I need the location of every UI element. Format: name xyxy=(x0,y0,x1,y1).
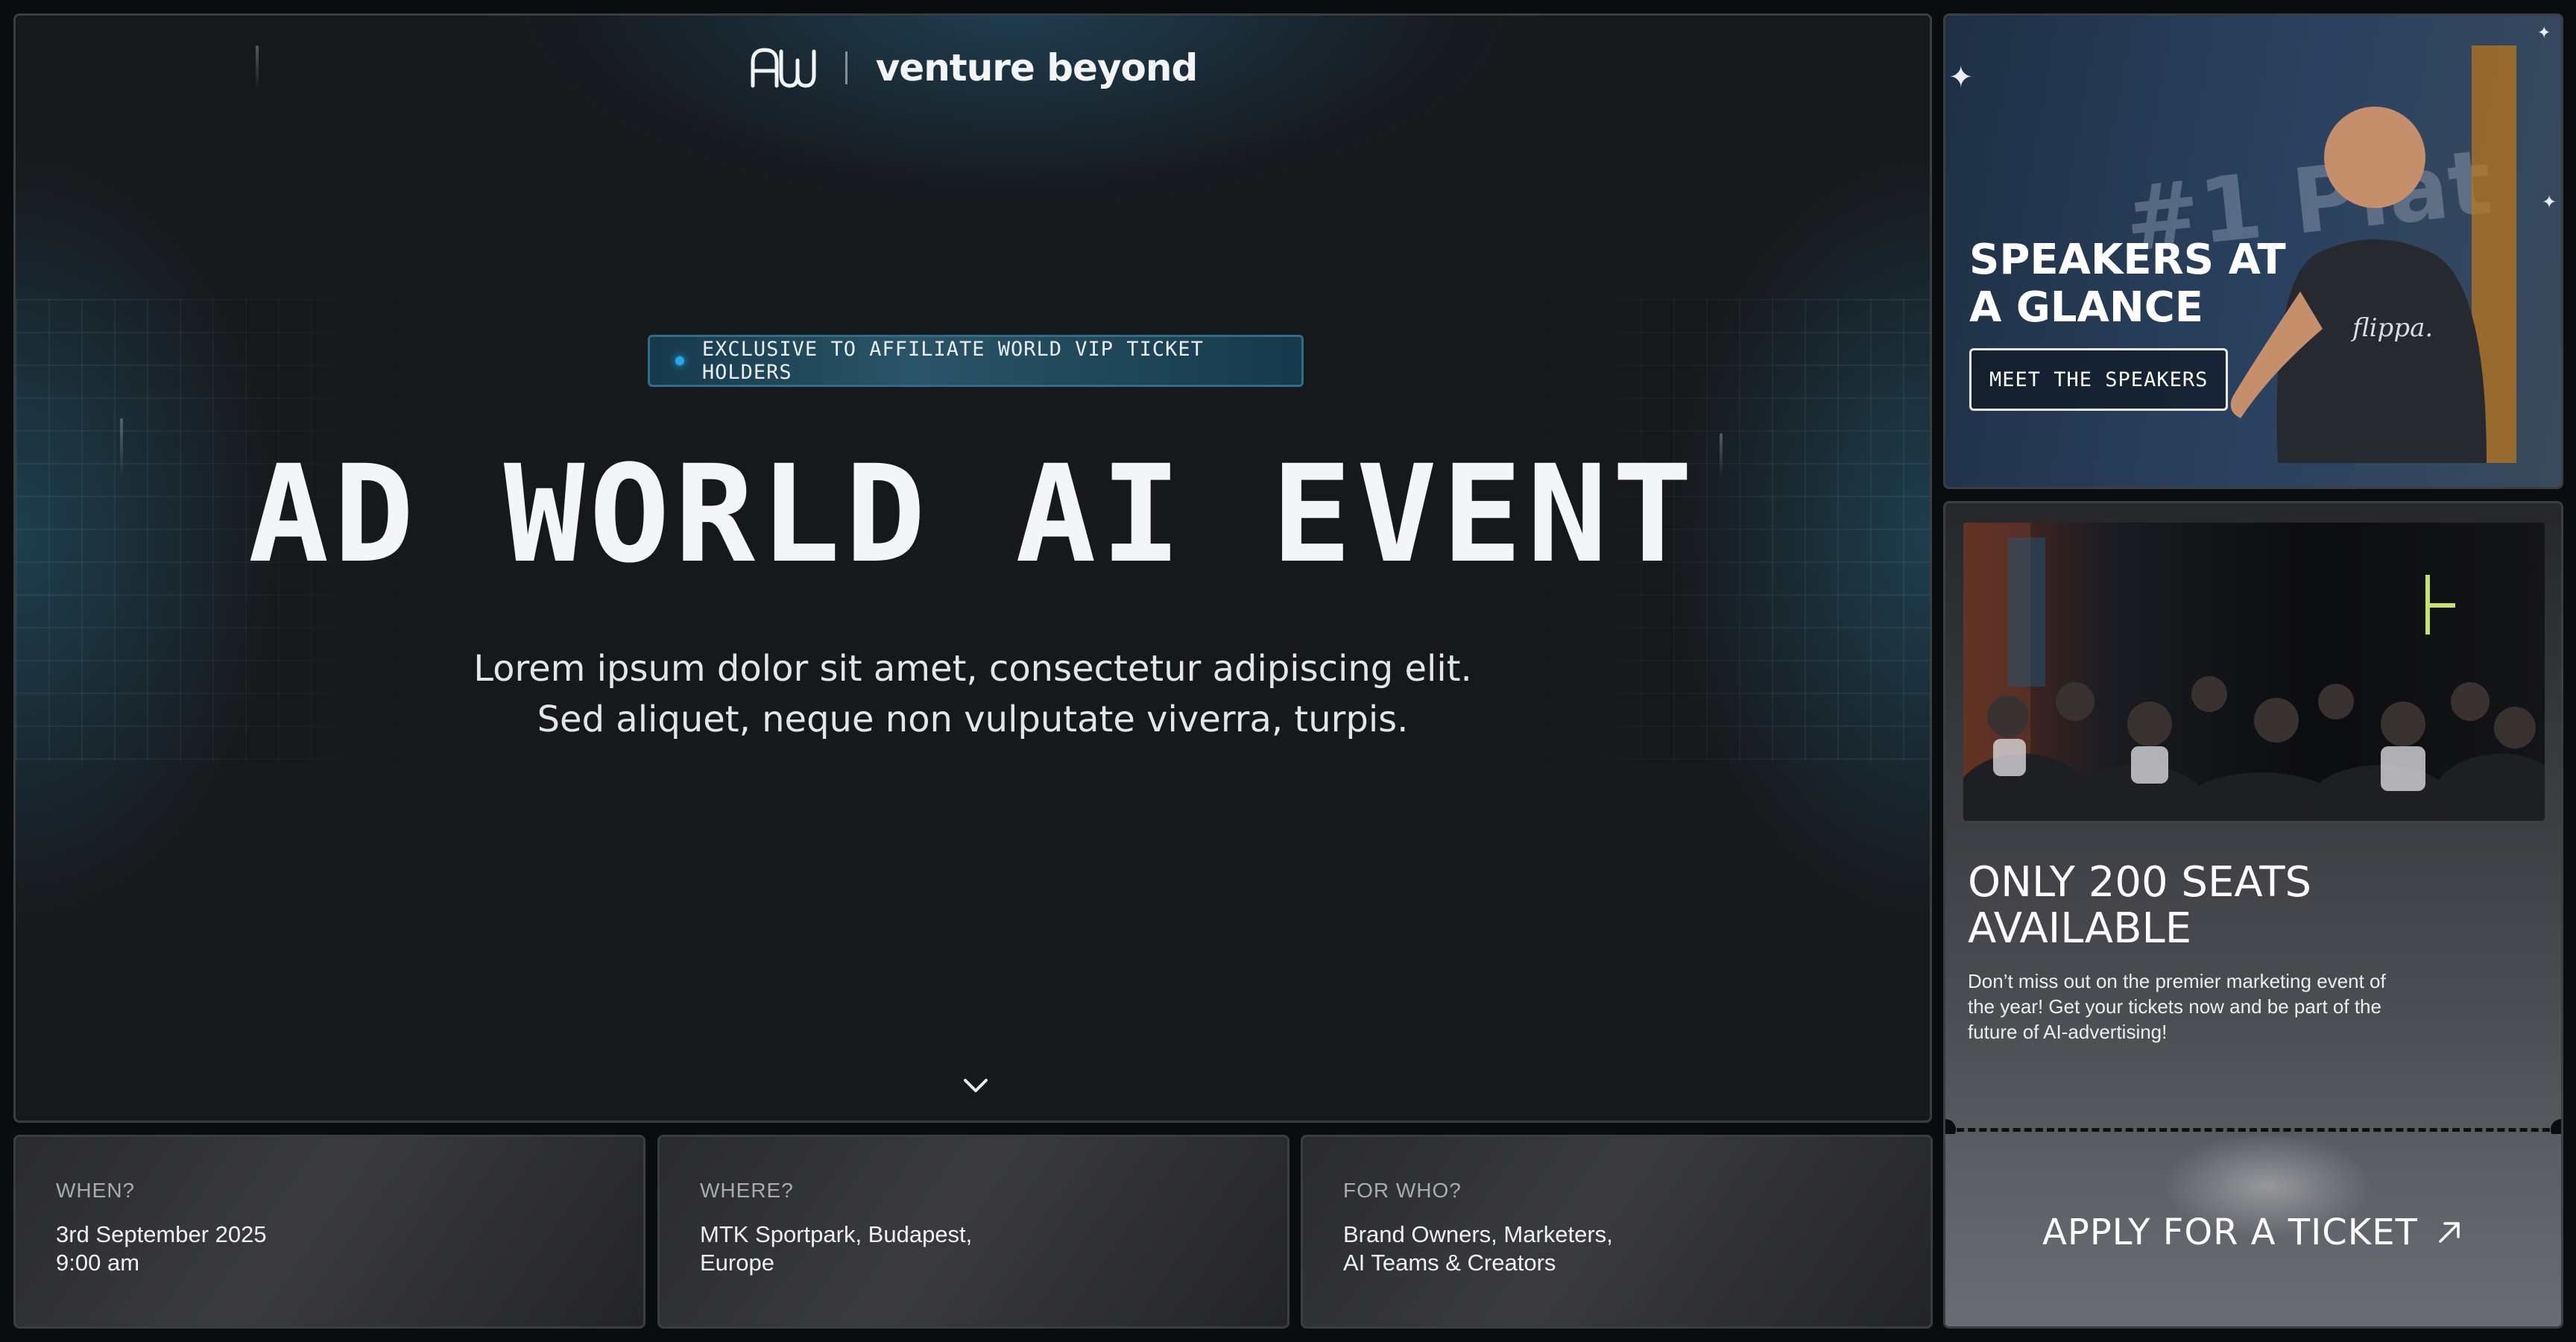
brand-header: venture beyond xyxy=(16,45,1930,90)
sparkle-icon: ✦ xyxy=(1948,61,1974,94)
seats-title-line: AVAILABLE xyxy=(1968,904,2192,953)
info-label: WHERE? xyxy=(700,1179,794,1202)
affiliate-world-logo-icon xyxy=(751,48,816,88)
speakers-title-line: SPEAKERS AT xyxy=(1969,236,2286,284)
speakers-title: SPEAKERS AT A GLANCE xyxy=(1969,236,2286,332)
apply-label: APPLY FOR A TICKET xyxy=(2042,1212,2418,1253)
info-label: FOR WHO? xyxy=(1343,1179,1462,1202)
chevron-down-icon[interactable] xyxy=(962,1074,989,1097)
ticket-divider xyxy=(1945,1128,2561,1132)
seats-description: Don’t miss out on the premier marketing … xyxy=(1968,970,2386,1043)
hero-subtitle-line: Lorem ipsum dolor sit amet, consectetur … xyxy=(473,648,1472,690)
info-value: Europe xyxy=(700,1250,774,1276)
sparkle-icon: ✦ xyxy=(2542,192,2557,212)
venture-beyond-logo: venture beyond xyxy=(875,46,1199,89)
arrow-up-right-icon xyxy=(2439,1222,2460,1243)
meet-the-speakers-button[interactable]: MEET THE SPEAKERS xyxy=(1969,348,2229,411)
sparkle-icon: ✦ xyxy=(2537,23,2551,42)
hero-subtitle: Lorem ipsum dolor sit amet, consectetur … xyxy=(16,643,1930,745)
info-value: 3rd September 2025 xyxy=(56,1221,267,1247)
audience-photo xyxy=(1963,523,2545,821)
apply-for-ticket-button[interactable]: APPLY FOR A TICKET xyxy=(1945,1134,2561,1326)
brand-separator xyxy=(845,51,847,84)
info-card-for-who: FOR WHO? Brand Owners, Marketers, AI Tea… xyxy=(1301,1135,1933,1329)
hero-subtitle-line: Sed aliquet, neque non vulputate viverra… xyxy=(537,699,1409,740)
info-value: Brand Owners, Marketers, xyxy=(1343,1221,1613,1247)
exclusive-badge: EXCLUSIVE TO AFFILIATE WORLD VIP TICKET … xyxy=(648,335,1304,387)
info-value: MTK Sportpark, Budapest, xyxy=(700,1221,973,1247)
seats-title-line: ONLY 200 SEATS xyxy=(1968,858,2312,907)
shirt-logo-text: flippa. xyxy=(2350,313,2433,343)
info-card-where: WHERE? MTK Sportpark, Budapest, Europe xyxy=(657,1135,1289,1329)
info-card-when: WHEN? 3rd September 2025 9:00 am xyxy=(13,1135,645,1329)
badge-text: EXCLUSIVE TO AFFILIATE WORLD VIP TICKET … xyxy=(701,338,1204,384)
seats-card: ONLY 200 SEATS AVAILABLE Don’t miss out … xyxy=(1943,501,2563,1329)
hero-panel: venture beyond EXCLUSIVE TO AFFILIATE WO… xyxy=(13,13,1932,1123)
info-label: WHEN? xyxy=(56,1179,136,1202)
info-value: AI Teams & Creators xyxy=(1343,1250,1556,1276)
info-value: 9:00 am xyxy=(56,1250,140,1276)
speakers-card[interactable]: #1 Plat flippa. ✦ ✦ ✦ SPEAKERS AT A GLAN… xyxy=(1943,13,2563,489)
page-title: AD WORLD AI EVENT xyxy=(247,437,1698,593)
badge-dot-icon xyxy=(675,356,684,365)
speakers-title-line: A GLANCE xyxy=(1969,283,2204,332)
seats-title: ONLY 200 SEATS AVAILABLE xyxy=(1968,860,2311,952)
